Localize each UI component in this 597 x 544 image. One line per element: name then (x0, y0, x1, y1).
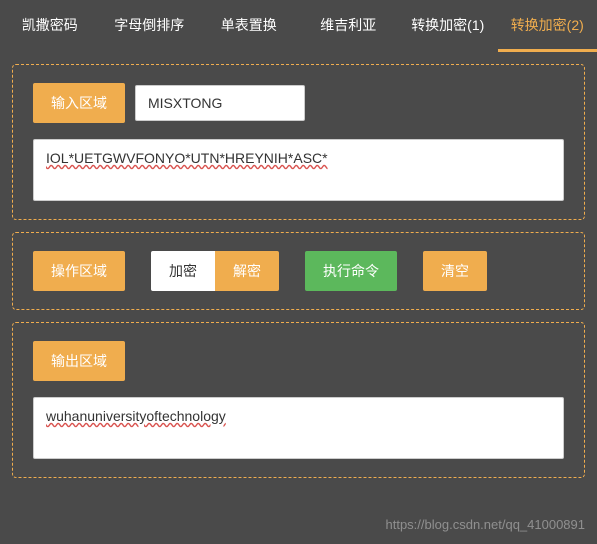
tab-substitution[interactable]: 单表置换 (199, 0, 299, 52)
operations-panel: 操作区域 加密 解密 执行命令 清空 (12, 232, 585, 310)
clear-button[interactable]: 清空 (423, 251, 487, 291)
input-textarea[interactable]: IOL*UETGWVFONYO*UTN*HREYNIH*ASC* (33, 139, 564, 201)
output-panel: 输出区域 wuhanuniversityoftechnology (12, 322, 585, 478)
output-text-content: wuhanuniversityoftechnology (46, 408, 226, 424)
tab-reverse[interactable]: 字母倒排序 (100, 0, 200, 52)
tabs-bar: 凯撒密码 字母倒排序 单表置换 维吉利亚 转换加密(1) 转换加密(2) (0, 0, 597, 52)
mode-toggle-group: 加密 解密 (151, 251, 279, 291)
encrypt-button[interactable]: 加密 (151, 251, 215, 291)
watermark: https://blog.csdn.net/qq_41000891 (386, 517, 586, 532)
input-panel: 输入区域 IOL*UETGWVFONYO*UTN*HREYNIH*ASC* (12, 64, 585, 220)
tab-caesar[interactable]: 凯撒密码 (0, 0, 100, 52)
input-area-label: 输入区域 (33, 83, 125, 123)
key-input[interactable] (135, 85, 305, 121)
decrypt-button[interactable]: 解密 (215, 251, 279, 291)
execute-button[interactable]: 执行命令 (305, 251, 397, 291)
output-textarea[interactable]: wuhanuniversityoftechnology (33, 397, 564, 459)
tab-vigenere[interactable]: 维吉利亚 (299, 0, 399, 52)
tab-transposition-2[interactable]: 转换加密(2) (498, 0, 597, 52)
ops-area-label: 操作区域 (33, 251, 125, 291)
output-area-label: 输出区域 (33, 341, 125, 381)
input-text-content: IOL*UETGWVFONYO*UTN*HREYNIH*ASC* (46, 150, 328, 166)
tab-transposition-1[interactable]: 转换加密(1) (398, 0, 498, 52)
